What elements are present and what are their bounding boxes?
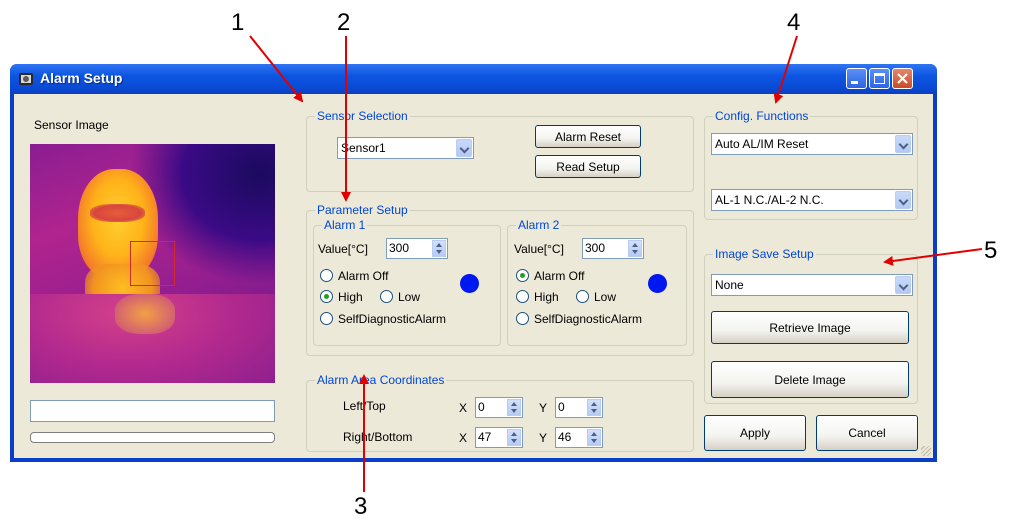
image-save-select[interactable]: None [711,274,913,296]
alarm2-value-label: Value[°C] [514,242,564,256]
parameter-setup-title: Parameter Setup [315,203,410,217]
alarm1-low-radio[interactable] [380,290,393,303]
title-bar[interactable]: Alarm Setup [10,64,937,94]
close-icon [897,73,908,84]
contact-mode-value: AL-1 N.C./AL-2 N.C. [715,193,824,207]
sensor-select[interactable]: Sensor1 [337,137,474,159]
maximize-button[interactable] [869,68,890,89]
read-setup-button[interactable]: Read Setup [535,155,641,178]
right-x-stepper[interactable]: 47 [475,427,523,448]
retrieve-image-button[interactable]: Retrieve Image [711,311,909,344]
window-client: Sensor Image Sensor Selection Sensor1 Al… [14,94,933,458]
alarm2-status-led [648,274,667,293]
alarm2-value: 300 [585,241,606,255]
status-text-field[interactable] [30,400,275,422]
chevron-down-icon[interactable] [895,191,911,209]
alarm2-value-stepper[interactable]: 300 [582,238,644,259]
sensor-selection-group: Sensor Selection Sensor1 Alarm Reset Rea… [306,109,694,192]
alarm2-high-label: High [534,290,559,304]
callout-1: 1 [231,9,245,36]
sensor-selection-title: Sensor Selection [315,109,410,123]
spin-arrows-icon[interactable] [587,429,601,446]
alarm2-diag-radio[interactable] [516,312,529,325]
spin-arrows-icon[interactable] [507,399,521,416]
alarm2-low-label: Low [594,290,617,304]
bottom-y-stepper[interactable]: 46 [555,427,603,448]
x-label: X [459,401,468,415]
alarm-setup-window: Alarm Setup Sensor Image Sensor Selectio… [10,64,937,462]
minimize-icon [851,81,858,84]
alarm2-group: Alarm 2 Value[°C] 300 Alarm Off High Low… [507,218,687,346]
delete-image-button[interactable]: Delete Image [711,361,909,398]
config-functions-title: Config. Functions [713,109,811,123]
alarm1-off-radio[interactable] [320,269,333,282]
alarm1-status-led [460,274,479,293]
image-save-title: Image Save Setup [713,247,816,261]
image-save-group: Image Save Setup None Retrieve Image Del… [704,247,918,404]
alarm-reset-button[interactable]: Alarm Reset [535,125,641,148]
spin-arrows-icon[interactable] [587,399,601,416]
alarm2-off-radio[interactable] [516,269,529,282]
resize-grip-icon[interactable] [921,446,931,456]
y-label: Y [539,401,548,415]
callout-4: 4 [787,9,801,36]
chevron-down-icon[interactable] [895,276,911,294]
alarm1-high-label: High [338,290,363,304]
image-save-value: None [715,278,744,292]
window-title: Alarm Setup [40,70,123,86]
alarm-area-roi[interactable] [130,241,175,286]
reset-mode-select[interactable]: Auto AL/IM Reset [711,133,913,155]
alarm2-off-label: Alarm Off [534,269,585,283]
alarm1-group: Alarm 1 Value[°C] 300 Alarm Off High Low… [313,218,501,346]
cancel-button[interactable]: Cancel [816,415,918,451]
right-x-value: 47 [478,430,492,444]
bottom-y-value: 46 [558,430,572,444]
alarm1-high-radio[interactable] [320,290,333,303]
top-y-value: 0 [558,400,565,414]
callout-2: 2 [337,9,351,36]
left-top-label: Left/Top [343,399,386,413]
alarm1-off-label: Alarm Off [338,269,389,283]
alarm1-diag-label: SelfDiagnosticAlarm [338,312,447,326]
alarm1-value-label: Value[°C] [318,242,368,256]
sensor-select-value: Sensor1 [341,141,386,155]
progress-bar [30,432,275,443]
config-functions-group: Config. Functions Auto AL/IM Reset AL-1 … [704,109,918,220]
alarm1-title: Alarm 1 [322,218,368,232]
alarm-area-title: Alarm Area Coordinates [315,373,447,387]
alarm1-low-label: Low [398,290,421,304]
alarm2-title: Alarm 2 [516,218,562,232]
sensor-image [30,144,275,383]
right-bottom-label: Right/Bottom [343,430,413,444]
alarm1-value: 300 [389,241,410,255]
top-y-stepper[interactable]: 0 [555,397,603,418]
close-button[interactable] [892,68,913,89]
left-x-value: 0 [478,400,485,414]
spin-arrows-icon[interactable] [507,429,521,446]
chevron-down-icon[interactable] [456,139,472,157]
alarm1-diag-radio[interactable] [320,312,333,325]
app-icon [19,73,33,85]
callout-3: 3 [354,493,368,520]
alarm1-value-stepper[interactable]: 300 [386,238,448,259]
parameter-setup-group: Parameter Setup Alarm 1 Value[°C] 300 Al… [306,203,694,356]
contact-mode-select[interactable]: AL-1 N.C./AL-2 N.C. [711,189,913,211]
alarm2-low-radio[interactable] [576,290,589,303]
reset-mode-value: Auto AL/IM Reset [715,137,809,151]
spin-arrows-icon[interactable] [628,240,642,257]
chevron-down-icon[interactable] [895,135,911,153]
y-label: Y [539,431,548,445]
alarm-area-group: Alarm Area Coordinates Left/Top Right/Bo… [306,373,694,452]
x-label: X [459,431,468,445]
spin-arrows-icon[interactable] [432,240,446,257]
minimize-button[interactable] [846,68,867,89]
alarm2-diag-label: SelfDiagnosticAlarm [534,312,643,326]
sensor-image-label: Sensor Image [34,118,109,132]
maximize-icon [874,73,885,84]
left-x-stepper[interactable]: 0 [475,397,523,418]
apply-button[interactable]: Apply [704,415,806,451]
callout-5: 5 [984,237,998,264]
alarm2-high-radio[interactable] [516,290,529,303]
